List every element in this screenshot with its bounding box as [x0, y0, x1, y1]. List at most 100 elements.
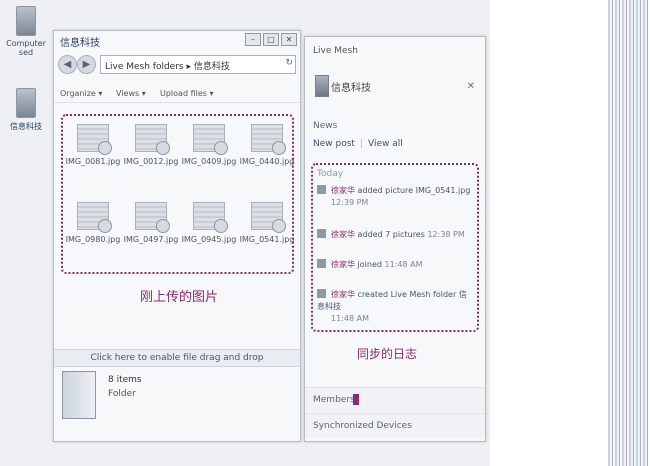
image-thumbnail-icon — [77, 202, 112, 233]
address-bar[interactable]: Live Mesh folders ▸ 信息科技 ↻ — [100, 55, 296, 74]
view-all-link[interactable]: View all — [368, 139, 403, 149]
window-title: 信息科技 — [60, 38, 100, 49]
image-thumbnail-icon — [77, 124, 112, 155]
news-heading: News — [313, 121, 338, 131]
activity-feed: Today 徐家华 added picture IMG_0541.jpg 12:… — [311, 163, 479, 332]
file-name: IMG_0081.jpg — [65, 157, 121, 166]
user-icon — [317, 229, 326, 238]
entry-action: added 7 pictures — [357, 230, 425, 239]
entry-time: 11:48 AM — [331, 314, 369, 323]
user-icon — [317, 259, 326, 268]
file-item[interactable]: IMG_0012.jpg — [123, 124, 179, 166]
upload-menu[interactable]: Upload files ▾ — [160, 89, 213, 98]
entry-user[interactable]: 徐家华 — [331, 260, 355, 269]
desktop-icon-label: 信息科技 — [10, 122, 42, 131]
image-thumbnail-icon — [135, 202, 170, 233]
organize-menu[interactable]: Organize ▾ — [60, 89, 102, 98]
desktop-icon-computer[interactable]: Computer sed — [0, 6, 52, 57]
file-name: IMG_0012.jpg — [123, 157, 179, 166]
sync-badge-icon — [272, 141, 286, 155]
back-button[interactable]: ◀ — [58, 55, 77, 74]
entry-time: 11:48 AM — [384, 260, 423, 269]
item-count: 8 items — [108, 375, 142, 385]
feed-entry: 徐家华 created Live Mesh folder 信息科技 11:48 … — [317, 289, 473, 325]
entry-user[interactable]: 徐家华 — [331, 230, 355, 239]
members-label: Members — [313, 395, 355, 405]
mesh-folder-name: 信息科技 — [331, 83, 371, 94]
file-name: IMG_0541.jpg — [239, 235, 295, 244]
news-links: New post | View all — [313, 139, 403, 149]
devices-section[interactable]: Synchronized Devices — [305, 413, 485, 438]
forward-button[interactable]: ▶ — [77, 55, 96, 74]
entry-user[interactable]: 徐家华 — [331, 290, 355, 299]
window-controls: – □ ✕ — [245, 33, 297, 46]
refresh-icon[interactable]: ↻ — [285, 58, 293, 68]
entry-user[interactable]: 徐家华 — [331, 186, 355, 195]
file-item[interactable]: IMG_0980.jpg — [65, 202, 121, 244]
file-item[interactable]: IMG_0945.jpg — [181, 202, 237, 244]
image-thumbnail-icon — [193, 124, 228, 155]
sync-badge-icon — [272, 219, 286, 233]
side-strip — [608, 0, 648, 466]
sync-badge-icon — [156, 141, 170, 155]
drag-drop-bar[interactable]: Click here to enable file drag and drop — [54, 349, 300, 367]
file-name: IMG_0980.jpg — [65, 235, 121, 244]
file-item[interactable]: IMG_0497.jpg — [123, 202, 179, 244]
entry-time: 12:38 PM — [427, 230, 465, 239]
image-thumbnail-icon — [251, 124, 286, 155]
file-item[interactable]: IMG_0409.jpg — [181, 124, 237, 166]
sync-badge-icon — [156, 219, 170, 233]
live-mesh-panel: Live Mesh 信息科技 ✕ News New post | View all … — [304, 36, 486, 442]
folder-icon — [16, 88, 36, 118]
file-item[interactable]: IMG_0440.jpg — [239, 124, 295, 166]
file-list: IMG_0081.jpg IMG_0012.jpg IMG_0409.jpg I… — [61, 114, 294, 274]
feed-entry: 徐家华 added picture IMG_0541.jpg 12:39 PM — [317, 185, 473, 209]
computer-icon — [16, 6, 36, 36]
file-item[interactable]: IMG_0081.jpg — [65, 124, 121, 166]
folder-large-icon — [62, 371, 96, 419]
image-thumbnail-icon — [135, 124, 170, 155]
desktop-icon-label: Computer sed — [6, 39, 46, 57]
drag-drop-text: Click here to enable file drag and drop — [90, 353, 264, 363]
image-thumbnail-icon — [251, 202, 286, 233]
close-button[interactable]: ✕ — [281, 33, 297, 46]
entry-action: joined — [357, 260, 382, 269]
member-icon — [353, 394, 359, 405]
sync-badge-icon — [98, 219, 112, 233]
file-name: IMG_0497.jpg — [123, 235, 179, 244]
today-heading: Today — [317, 169, 344, 179]
maximize-button[interactable]: □ — [263, 33, 279, 46]
sync-badge-icon — [98, 141, 112, 155]
address-text: Live Mesh folders ▸ 信息科技 — [105, 62, 230, 72]
file-name: IMG_0945.jpg — [181, 235, 237, 244]
file-item[interactable]: IMG_0541.jpg — [239, 202, 295, 244]
feed-entry: 徐家华 added 7 pictures 12:38 PM — [317, 229, 473, 241]
file-name: IMG_0440.jpg — [239, 157, 295, 166]
views-menu[interactable]: Views ▾ — [116, 89, 146, 98]
minimize-button[interactable]: – — [245, 33, 261, 46]
desktop-icon-folder[interactable]: 信息科技 — [0, 88, 52, 132]
panel-title: Live Mesh — [313, 46, 358, 56]
file-name: IMG_0409.jpg — [181, 157, 237, 166]
sync-badge-icon — [214, 219, 228, 233]
sync-log-annotation: 同步的日志 — [357, 347, 418, 361]
desktop-background: Computer sed 信息科技 信息科技 – □ ✕ ◀ ▶ Live Me… — [0, 0, 490, 466]
entry-action: added picture IMG_0541.jpg — [357, 186, 471, 195]
folder-icon — [315, 75, 329, 97]
uploaded-annotation: 刚上传的图片 — [140, 290, 219, 305]
details-pane — [62, 371, 108, 431]
new-post-link[interactable]: New post — [313, 139, 355, 149]
collapse-icon[interactable]: ✕ — [467, 81, 475, 92]
navigation-bar: ◀ ▶ Live Mesh folders ▸ 信息科技 ↻ — [58, 53, 296, 75]
item-type: Folder — [108, 389, 136, 399]
devices-label: Synchronized Devices — [313, 421, 412, 431]
user-icon — [317, 289, 326, 298]
members-section[interactable]: Members — [305, 387, 485, 412]
entry-time: 12:39 PM — [331, 198, 369, 207]
feed-entry: 徐家华 joined 11:48 AM — [317, 259, 473, 271]
sync-badge-icon — [214, 141, 228, 155]
image-thumbnail-icon — [193, 202, 228, 233]
explorer-window: 信息科技 – □ ✕ ◀ ▶ Live Mesh folders ▸ 信息科技 … — [53, 30, 301, 442]
user-icon — [317, 185, 326, 194]
command-bar: Organize ▾ Views ▾ Upload files ▾ — [54, 86, 300, 103]
